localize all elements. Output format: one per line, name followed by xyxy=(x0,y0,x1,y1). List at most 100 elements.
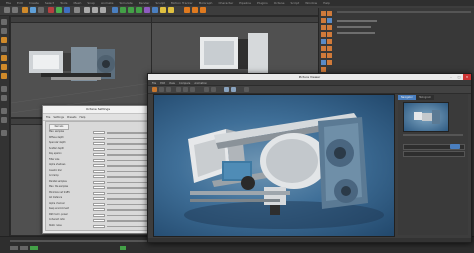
octane-menu-item-1[interactable]: Settings xyxy=(53,116,64,119)
octane-setting-slider[interactable] xyxy=(107,132,147,134)
octane-setting-slider[interactable] xyxy=(107,209,147,211)
cube-icon[interactable] xyxy=(112,7,118,13)
solo-icon[interactable] xyxy=(1,130,7,136)
octane-setting-slider[interactable] xyxy=(107,143,147,145)
octane-setting-slider[interactable] xyxy=(107,137,147,139)
octane-menu-item-0[interactable]: File xyxy=(46,116,50,119)
octane-setting-field[interactable] xyxy=(93,208,105,211)
move-tool-icon[interactable] xyxy=(22,7,28,13)
channel-alpha-icon[interactable] xyxy=(231,87,236,92)
octane-setting-slider[interactable] xyxy=(107,176,147,178)
octane-setting-field[interactable] xyxy=(93,197,105,200)
points-mode-icon[interactable] xyxy=(1,55,7,61)
octane-setting-field[interactable] xyxy=(93,191,105,195)
render-view-icon[interactable] xyxy=(84,7,90,13)
floor-icon[interactable] xyxy=(152,7,158,13)
octane-setting-field[interactable] xyxy=(93,175,105,178)
octane-setting-field[interactable] xyxy=(93,224,105,228)
maximize-button[interactable]: □ xyxy=(455,74,463,80)
texture-mode-icon[interactable] xyxy=(1,37,7,43)
coordinate-system-icon[interactable] xyxy=(74,7,80,13)
octane-setting-field[interactable] xyxy=(93,147,105,151)
octane-live-viewer-icon[interactable] xyxy=(184,7,190,13)
snap-icon[interactable] xyxy=(1,108,7,114)
octane-setting-slider[interactable] xyxy=(107,148,147,150)
layer-list-row[interactable] xyxy=(403,151,465,157)
polygons-mode-icon[interactable] xyxy=(1,73,7,79)
octane-objects-icon[interactable] xyxy=(200,7,206,13)
zoom-slider[interactable] xyxy=(403,134,463,136)
octane-menu-item-2[interactable]: Presets xyxy=(67,116,76,119)
record-keyframe-icon[interactable] xyxy=(120,246,126,250)
octane-setting-slider[interactable] xyxy=(107,170,147,172)
pv-menu-item-4[interactable]: Animation xyxy=(194,82,207,85)
axis-mode-icon[interactable] xyxy=(1,86,7,92)
array-icon[interactable] xyxy=(136,7,142,13)
octane-setting-field[interactable] xyxy=(93,202,105,206)
x-axis-icon[interactable] xyxy=(48,7,54,13)
workplane-icon[interactable] xyxy=(1,46,7,52)
octane-setting-slider[interactable] xyxy=(107,192,147,194)
pv-menu-item-2[interactable]: View xyxy=(169,82,175,85)
tab-navigator[interactable]: Navigator xyxy=(398,95,416,100)
scale-tool-icon[interactable] xyxy=(30,7,36,13)
swap-icon[interactable] xyxy=(211,87,216,92)
octane-setting-field[interactable] xyxy=(93,213,105,217)
undo-icon[interactable] xyxy=(4,7,10,13)
pv-menu-item-1[interactable]: Edit xyxy=(160,82,165,85)
octane-setting-slider[interactable] xyxy=(107,198,147,200)
pv-menu-item-3[interactable]: Compare xyxy=(179,82,190,85)
save-icon[interactable] xyxy=(159,87,164,92)
octane-setting-slider[interactable] xyxy=(107,159,147,161)
z-axis-icon[interactable] xyxy=(64,7,70,13)
model-mode-icon[interactable] xyxy=(1,28,7,34)
octane-setting-slider[interactable] xyxy=(107,225,147,227)
pv-menu-item-0[interactable]: File xyxy=(152,82,156,85)
close-button[interactable]: ✕ xyxy=(463,74,471,80)
render-settings-icon[interactable] xyxy=(100,7,106,13)
octane-setting-slider[interactable] xyxy=(107,187,147,189)
octane-setting-field[interactable] xyxy=(93,142,105,145)
camera-icon[interactable] xyxy=(160,7,166,13)
octane-setting-slider[interactable] xyxy=(107,181,147,183)
tab-histogram[interactable]: Histogram xyxy=(415,95,435,100)
octane-setting-slider[interactable] xyxy=(107,154,147,156)
fit-icon[interactable] xyxy=(190,87,195,92)
deformer-icon[interactable] xyxy=(144,7,150,13)
stop-render-icon[interactable] xyxy=(152,87,157,92)
octane-setting-field[interactable] xyxy=(93,219,105,222)
octane-setting-slider[interactable] xyxy=(107,220,147,222)
octane-setting-field[interactable] xyxy=(93,186,105,189)
navigator-thumbnail[interactable] xyxy=(403,102,449,132)
edges-mode-icon[interactable] xyxy=(1,64,7,70)
goto-start-icon[interactable] xyxy=(10,246,18,250)
rotate-tool-icon[interactable] xyxy=(38,7,44,13)
picture-viewer-canvas[interactable] xyxy=(153,94,395,237)
play-backward-icon[interactable] xyxy=(20,246,28,250)
light-icon[interactable] xyxy=(168,7,174,13)
nurbs-icon[interactable] xyxy=(128,7,134,13)
play-forward-icon[interactable] xyxy=(30,246,38,250)
octane-setting-field[interactable] xyxy=(93,180,105,184)
octane-settings-icon[interactable] xyxy=(192,7,198,13)
lock-workplane-icon[interactable] xyxy=(1,117,7,123)
octane-setting-slider[interactable] xyxy=(107,214,147,216)
channel-rgb-icon[interactable] xyxy=(224,87,229,92)
render-to-picture-viewer-icon[interactable] xyxy=(92,7,98,13)
spline-pen-icon[interactable] xyxy=(120,7,126,13)
make-editable-icon[interactable] xyxy=(1,19,7,25)
octane-setting-field[interactable] xyxy=(93,164,105,167)
octane-setting-field[interactable] xyxy=(93,169,105,173)
copy-icon[interactable] xyxy=(166,87,171,92)
octane-setting-slider[interactable] xyxy=(107,165,147,167)
y-axis-icon[interactable] xyxy=(56,7,62,13)
zoom-icon[interactable] xyxy=(183,87,188,92)
layers-icon[interactable] xyxy=(244,87,249,92)
octane-setting-field[interactable] xyxy=(93,136,105,140)
octane-menu-item-3[interactable]: Help xyxy=(79,116,85,119)
minimize-button[interactable]: – xyxy=(447,74,455,80)
ab-compare-icon[interactable] xyxy=(204,87,209,92)
octane-setting-field[interactable] xyxy=(93,131,105,134)
octane-setting-field[interactable] xyxy=(93,158,105,162)
tweak-mode-icon[interactable] xyxy=(1,95,7,101)
